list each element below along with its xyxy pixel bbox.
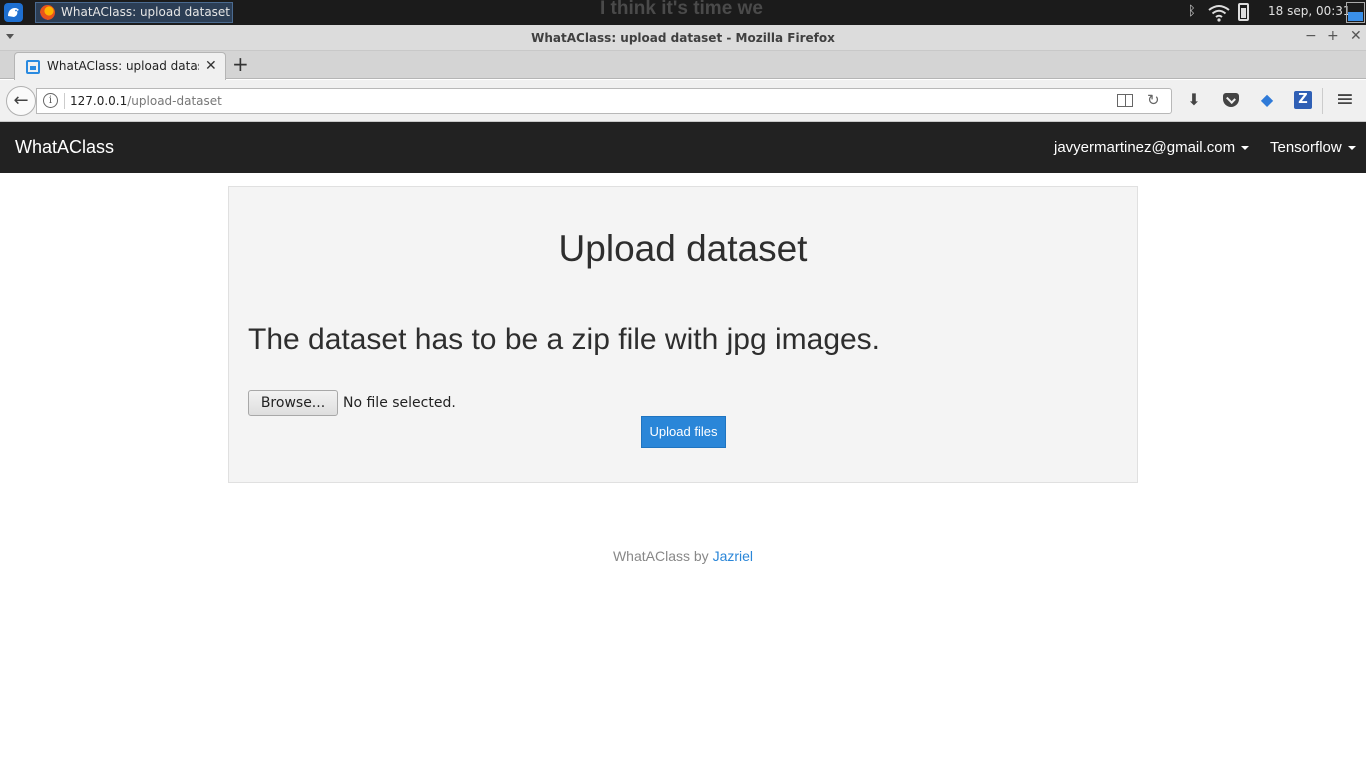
browse-button[interactable]: Browse... bbox=[248, 390, 338, 416]
maximize-button[interactable]: + bbox=[1327, 28, 1339, 44]
minimize-button[interactable]: − bbox=[1305, 28, 1317, 44]
clock[interactable]: 18 sep, 00:31 bbox=[1268, 4, 1351, 18]
page-footer: WhatAClass by Jazriel bbox=[0, 548, 1366, 564]
web-page: WhatAClass javyermartinez@gmail.com Tens… bbox=[0, 122, 1366, 768]
back-button[interactable]: ← bbox=[6, 86, 36, 116]
desktop-switcher-icon[interactable] bbox=[1346, 2, 1365, 23]
urlbar-divider bbox=[64, 93, 65, 109]
tab-close-icon[interactable]: ✕ bbox=[205, 58, 217, 74]
taskbar-window-button[interactable]: WhatAClass: upload dataset ... bbox=[35, 2, 233, 23]
upload-panel: Upload dataset The dataset has to be a z… bbox=[228, 186, 1138, 483]
reader-view-icon[interactable] bbox=[1117, 94, 1133, 107]
user-menu-label: javyermartinez@gmail.com bbox=[1054, 139, 1236, 156]
tab-label: WhatAClass: upload datase bbox=[47, 59, 199, 73]
pocket-icon[interactable] bbox=[1223, 93, 1239, 107]
url-path: /upload-dataset bbox=[127, 94, 222, 108]
start-menu-icon[interactable] bbox=[4, 3, 23, 22]
url-text[interactable]: 127.0.0.1/upload-dataset bbox=[70, 94, 222, 108]
site-navbar: WhatAClass javyermartinez@gmail.com Tens… bbox=[0, 122, 1366, 173]
upload-files-button[interactable]: Upload files bbox=[641, 416, 726, 448]
url-host: 127.0.0.1 bbox=[70, 94, 128, 108]
framework-menu-label: Tensorflow bbox=[1270, 139, 1342, 156]
firefox-icon bbox=[40, 5, 55, 20]
browser-toolbar: ← i 127.0.0.1/upload-dataset ↻ ⬇ ◆ Z ≡ bbox=[0, 80, 1366, 122]
window-titlebar: WhatAClass: upload dataset - Mozilla Fir… bbox=[0, 25, 1366, 51]
extension-icon[interactable]: ◆ bbox=[1257, 90, 1277, 110]
framework-menu-dropdown[interactable]: Tensorflow bbox=[1270, 139, 1356, 156]
battery-icon[interactable] bbox=[1238, 3, 1249, 21]
url-bar[interactable]: i 127.0.0.1/upload-dataset ↻ bbox=[36, 88, 1172, 114]
caret-down-icon bbox=[1347, 146, 1356, 151]
download-icon[interactable]: ⬇ bbox=[1184, 90, 1204, 110]
zotero-icon[interactable]: Z bbox=[1294, 91, 1312, 109]
author-link[interactable]: Jazriel bbox=[713, 548, 753, 564]
site-favicon-icon bbox=[26, 60, 40, 74]
bluetooth-icon[interactable]: ᛒ bbox=[1188, 4, 1196, 19]
page-title: Upload dataset bbox=[558, 228, 808, 269]
new-tab-button[interactable]: + bbox=[232, 52, 249, 76]
os-taskbar: WhatAClass: upload dataset ... I think i… bbox=[0, 0, 1366, 25]
wifi-icon[interactable] bbox=[1208, 4, 1230, 22]
file-status: No file selected. bbox=[343, 395, 456, 411]
tab-upload-dataset[interactable]: WhatAClass: upload datase ✕ bbox=[14, 52, 226, 80]
caret-down-icon bbox=[1241, 146, 1250, 151]
site-brand-link[interactable]: WhatAClass bbox=[15, 137, 114, 158]
window-close-button[interactable]: ✕ bbox=[1350, 28, 1362, 44]
user-menu-dropdown[interactable]: javyermartinez@gmail.com bbox=[1054, 139, 1250, 156]
hamburger-menu-icon[interactable]: ≡ bbox=[1335, 89, 1355, 111]
taskbar-window-title: WhatAClass: upload dataset ... bbox=[61, 5, 233, 19]
tab-strip: WhatAClass: upload datase ✕ + bbox=[0, 51, 1366, 80]
site-info-icon[interactable]: i bbox=[43, 93, 58, 108]
overlay-text: I think it's time we bbox=[600, 0, 763, 19]
window-title: WhatAClass: upload dataset - Mozilla Fir… bbox=[531, 31, 835, 45]
upload-instructions: The dataset has to be a zip file with jp… bbox=[248, 323, 881, 356]
reload-icon[interactable]: ↻ bbox=[1147, 91, 1160, 109]
footer-text: WhatAClass by bbox=[612, 548, 713, 564]
toolbar-divider bbox=[1322, 88, 1323, 114]
